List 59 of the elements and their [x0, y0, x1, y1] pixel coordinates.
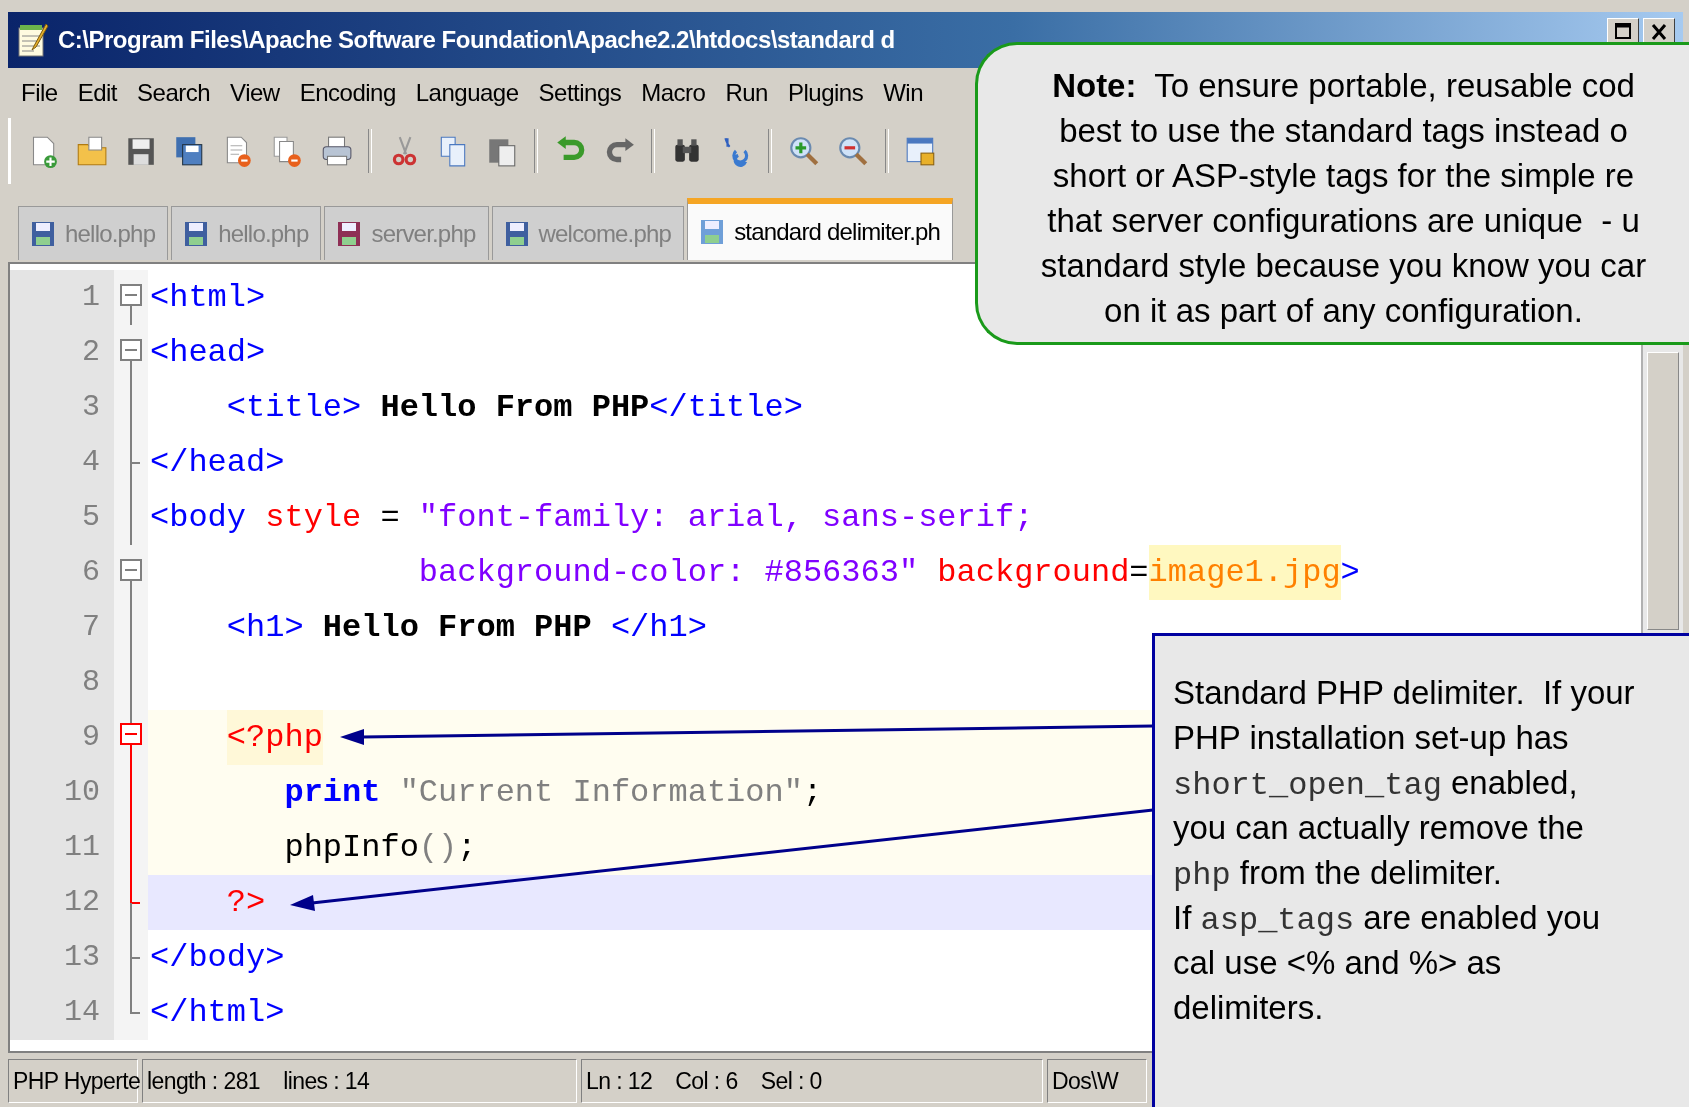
menu-item[interactable]: Search	[128, 75, 220, 111]
callout-text: If asp_tags are enabled you cal use <% and %> as delimiters.	[1173, 898, 1601, 1028]
callout-text: Standard PHP delimiter. If your PHP installation set-up has short_open_tag enabled, you can actually remove the php from the delimiter.	[1173, 673, 1636, 895]
menu-item[interactable]: Edit	[68, 75, 127, 111]
line-number: 5	[10, 490, 114, 545]
code-line: background-color: #856363" background=image1.jpg>	[150, 545, 1360, 600]
line-number: 11	[10, 820, 114, 875]
window-title: C:\Program Files\Apache Software Foundation\Apache2.2\htdocs\standard d	[58, 26, 895, 54]
code-line: <title> Hello From PHP</title>	[225, 388, 803, 428]
menu-item[interactable]: Encoding	[290, 75, 405, 111]
menu-item[interactable]: Plugins	[778, 75, 873, 111]
code-line: <body style = "font-family: arial, sans-serif;	[150, 498, 1034, 538]
code-line: <h1> Hello From PHP </h1>	[225, 608, 707, 648]
status-field: PHP Hyperte	[8, 1059, 138, 1103]
note-text: that server configurations are unique - u	[1047, 201, 1640, 241]
line-number: 7	[10, 600, 114, 655]
code-line: </body>	[150, 938, 285, 978]
line-number: 4	[10, 435, 114, 490]
code-line: </html>	[150, 993, 285, 1033]
fold-minus-icon[interactable]	[120, 559, 142, 600]
line-number: 6	[10, 545, 114, 600]
menu-item[interactable]: Win	[874, 75, 933, 111]
code-line: ?>	[225, 883, 266, 923]
note-text: standard style because you know you car	[1040, 246, 1647, 286]
line-number: 12	[10, 875, 114, 930]
status-field: Dos\W	[1047, 1059, 1147, 1103]
zoom-out-icon[interactable]	[836, 134, 870, 168]
note-text: on it as part of any configuration.	[1104, 291, 1583, 331]
note-text: Note: To ensure portable, reusable cod	[1052, 66, 1635, 106]
fold-minus-icon[interactable]	[120, 710, 142, 765]
menu-item[interactable]: Run	[716, 75, 777, 111]
menu-item[interactable]: Macro	[632, 75, 715, 111]
code-line: print "Current Information";	[283, 773, 823, 813]
scrollbar-thumb[interactable]	[1647, 352, 1679, 630]
line-number: 14	[10, 985, 114, 1040]
line-number: 3	[10, 380, 114, 435]
note-text: short or ASP-style tags for the simple re	[1052, 156, 1635, 196]
code-line: <head>	[150, 333, 266, 373]
line-number: 9	[10, 710, 114, 765]
status-field: length : 281 lines : 14	[142, 1059, 577, 1103]
fold-minus-icon[interactable]	[120, 284, 142, 325]
line-number: 10	[10, 765, 114, 820]
status-field: Ln : 12 Col : 6 Sel : 0	[581, 1059, 1043, 1103]
code-line: </head>	[150, 443, 285, 483]
note-text: best to use the standard tags instead o	[1059, 111, 1628, 151]
code-line: phpInfo();	[283, 828, 477, 868]
menu-item[interactable]: File	[12, 75, 67, 111]
line-number: 8	[10, 655, 114, 710]
menu-item[interactable]: Settings	[529, 75, 631, 111]
code-line: <html>	[150, 278, 266, 318]
notepad-icon	[16, 22, 50, 58]
menu-item[interactable]: Language	[406, 75, 528, 111]
zoom-in-icon[interactable]	[787, 134, 821, 168]
menu-item[interactable]: View	[221, 75, 289, 111]
fold-minus-icon[interactable]	[120, 339, 142, 380]
line-number: 2	[10, 325, 114, 380]
file-tab[interactable]: standard delimiter.ph	[687, 198, 954, 260]
line-number: 1	[10, 270, 114, 325]
line-number: 13	[10, 930, 114, 985]
